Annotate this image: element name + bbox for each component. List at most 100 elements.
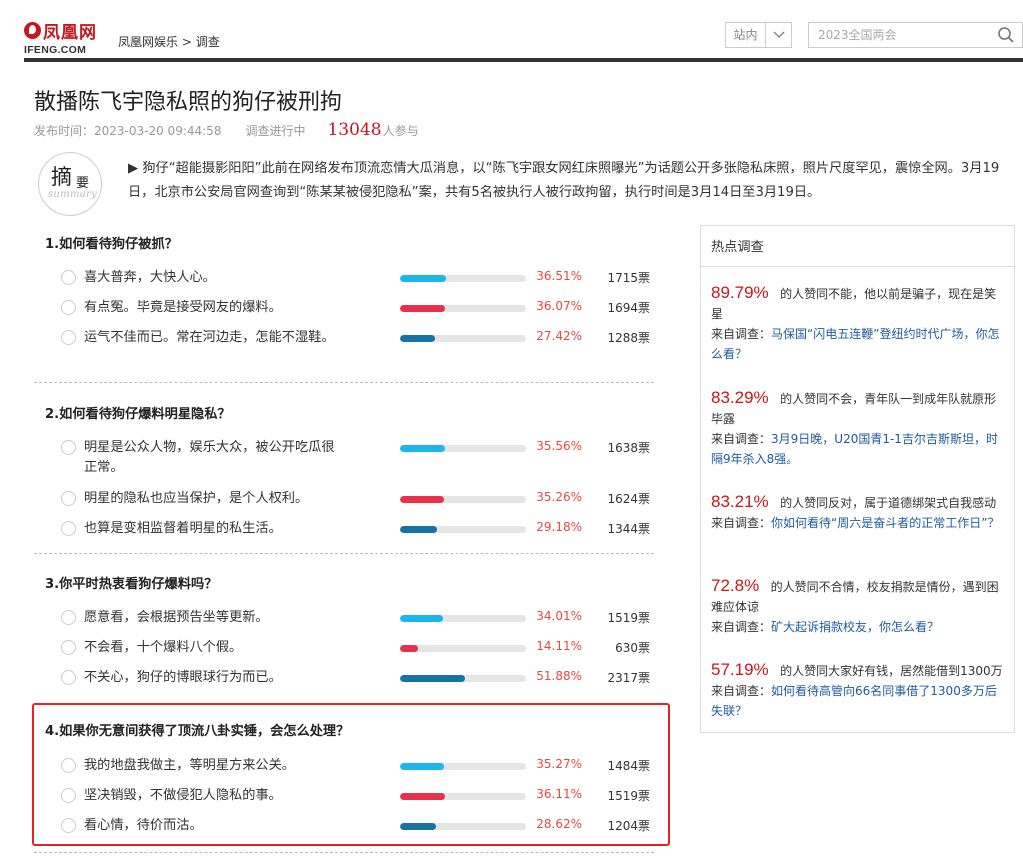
hot-survey-percent: 57.19% — [711, 660, 769, 679]
result-bar-fill — [400, 675, 466, 682]
option-label: 喜大普奔，大快人心。 — [84, 270, 216, 285]
option-percent: 35.56% — [536, 439, 582, 453]
option-votes: 630票 — [615, 641, 650, 655]
option-votes: 1344票 — [607, 522, 650, 536]
result-bar — [400, 526, 526, 533]
option-radio[interactable] — [61, 640, 76, 655]
result-bar-fill — [400, 526, 437, 533]
hot-survey-percent: 83.21% — [711, 492, 769, 511]
option-votes: 1288票 — [607, 331, 650, 345]
hot-survey-source-prefix: 来自调查： — [711, 516, 772, 530]
hot-survey-item: 89.79% 的人赞同不能，他以前是骗子，现在是笑星 来自调查：马保国“闪电五连鞭… — [711, 283, 1006, 364]
hot-survey-item: 83.21% 的人赞同反对，属于道德绑架式自我感动 来自调查：你如何看待“周六是奋… — [711, 492, 1006, 533]
option-percent: 36.07% — [536, 299, 582, 313]
option-votes: 1715票 — [607, 271, 650, 285]
ifeng-logo[interactable]: 凤凰网 IFENG.COM — [24, 18, 108, 56]
result-bar-fill — [400, 645, 418, 652]
option-percent: 36.51% — [536, 269, 582, 283]
highlight-box — [32, 703, 670, 846]
hot-survey-percent: 83.29% — [711, 388, 769, 407]
option-radio[interactable] — [61, 270, 76, 285]
option-label: 运气不佳而已。常在河边走，怎能不湿鞋。 — [84, 330, 335, 345]
survey-option[interactable]: 有点冤。毕竟是接受网友的爆料。 36.07% 1694票 — [34, 298, 654, 318]
option-radio[interactable] — [61, 670, 76, 685]
search-input[interactable]: 2023全国两会 — [808, 22, 991, 48]
hot-survey-item: 83.29% 的人赞同不会，青年队一到成年队就原形毕露 来自调查：3月9日晚，U2… — [711, 388, 1006, 469]
survey-option[interactable]: 不关心，狗仔的博眼球行为而已。 51.88% 2317票 — [34, 668, 654, 688]
search-icon — [998, 27, 1014, 43]
header-divider — [24, 58, 1023, 62]
phoenix-logo-icon — [24, 22, 41, 39]
result-bar-fill — [400, 496, 445, 503]
option-percent: 34.01% — [536, 609, 582, 623]
hot-survey-item: 72.8% 的人赞同不合情，校友捐款是情份，遇到困难应体谅 来自调查：矿大起诉捐款… — [711, 576, 1006, 637]
survey-option[interactable]: 不会看，十个爆料八个假。 14.11% 630票 — [34, 638, 654, 658]
survey-option[interactable]: 运气不佳而已。常在河边走，怎能不湿鞋。 27.42% 1288票 — [34, 328, 654, 348]
option-votes: 1638票 — [607, 441, 650, 455]
hot-survey-source-prefix: 来自调查： — [711, 327, 772, 341]
option-votes: 2317票 — [607, 671, 650, 685]
option-radio[interactable] — [61, 521, 76, 536]
site-scope-value: 站内 — [726, 23, 766, 47]
option-label: 不会看，十个爆料八个假。 — [84, 640, 243, 655]
divider — [34, 382, 654, 383]
result-bar — [400, 645, 526, 652]
hot-survey-percent: 72.8% — [711, 576, 760, 595]
participant-suffix: 人参与 — [382, 124, 419, 138]
result-bar-fill — [400, 335, 435, 342]
divider — [34, 852, 654, 853]
question-title: 2.如何看待狗仔爆料明星隐私？ — [45, 407, 231, 422]
survey-option[interactable]: 愿意看，会根据预告坐等更新。 34.01% 1519票 — [34, 608, 654, 628]
question-title: 1.如何看待狗仔被抓？ — [45, 237, 178, 252]
option-radio[interactable] — [61, 610, 76, 625]
survey-option[interactable]: 也算是变相监督着明星的私生活。 29.18% 1344票 — [34, 519, 654, 539]
summary-badge: 摘 要 summary — [38, 152, 102, 216]
survey-option[interactable]: 明星的隐私也应当保护，是个人权利。 35.26% 1624票 — [34, 489, 654, 509]
option-votes: 1694票 — [607, 301, 650, 315]
survey-status: 调查进行中 — [245, 124, 306, 138]
breadcrumb-entertainment-link[interactable]: 凤凰网娱乐 — [118, 35, 178, 49]
site-scope-select[interactable]: 站内 — [725, 22, 792, 48]
option-radio[interactable] — [61, 440, 76, 455]
summary-text: ▶ 狗仔“超能摄影阳阳”此前在网络发布顶流恋情大瓜消息，以“陈飞宇跟女网红床照曝… — [128, 161, 1000, 200]
option-label: 有点冤。毕竟是接受网友的爆料。 — [84, 300, 282, 315]
breadcrumb: 凤凰网娱乐 > 调查 — [118, 33, 220, 50]
page-title: 散播陈飞宇隐私照的狗仔被刑拘 — [34, 90, 343, 115]
option-votes: 1624票 — [607, 492, 650, 506]
result-bar-fill — [400, 305, 446, 312]
summary-badge-en: summary — [48, 189, 98, 200]
hot-survey-text: 的人赞同大家好有钱，居然能借到1300万 — [780, 664, 1003, 678]
result-bar — [400, 275, 526, 282]
option-label: 也算是变相监督着明星的私生活。 — [84, 521, 282, 536]
result-bar — [400, 305, 526, 312]
survey-option[interactable]: 明星是公众人物，娱乐大众，被公开吃瓜很正常。 35.56% 1638票 — [34, 438, 654, 475]
hot-survey-source-prefix: 来自调查： — [711, 620, 772, 634]
hot-surveys-title: 热点调查 — [711, 240, 764, 255]
hot-survey-link[interactable]: 矿大起诉捐款校友，你怎么看？ — [771, 620, 939, 634]
hot-survey-percent: 89.79% — [711, 283, 769, 302]
result-bar — [400, 445, 526, 452]
option-percent: 27.42% — [536, 329, 582, 343]
option-percent: 35.26% — [536, 490, 582, 504]
result-bar — [400, 496, 526, 503]
summary-badge-main: 摘 — [51, 165, 72, 189]
result-bar — [400, 335, 526, 342]
search-button[interactable] — [990, 22, 1023, 48]
divider — [701, 266, 1014, 267]
result-bar-fill — [400, 615, 443, 622]
option-radio[interactable] — [61, 491, 76, 506]
breadcrumb-survey-link[interactable]: 调查 — [196, 35, 220, 49]
result-bar-fill — [400, 445, 445, 452]
option-radio[interactable] — [61, 330, 76, 345]
option-label: 不关心，狗仔的博眼球行为而已。 — [84, 670, 282, 685]
chevron-down-icon[interactable] — [766, 23, 791, 47]
option-percent: 51.88% — [536, 669, 582, 683]
site-header: 凤凰网 IFENG.COM 凤凰网娱乐 > 调查 站内 2023全国两会 — [0, 0, 1023, 62]
participant-count: 13048 — [327, 120, 382, 140]
survey-option[interactable]: 喜大普奔，大快人心。 36.51% 1715票 — [34, 268, 654, 288]
option-radio[interactable] — [61, 300, 76, 315]
hot-survey-link[interactable]: 你如何看待“周六是奋斗者的正常工作日”？ — [771, 516, 999, 530]
hot-survey-text: 的人赞同反对，属于道德绑架式自我感动 — [780, 496, 997, 510]
hot-survey-source-prefix: 来自调查： — [711, 684, 772, 698]
breadcrumb-separator: > — [181, 35, 192, 49]
